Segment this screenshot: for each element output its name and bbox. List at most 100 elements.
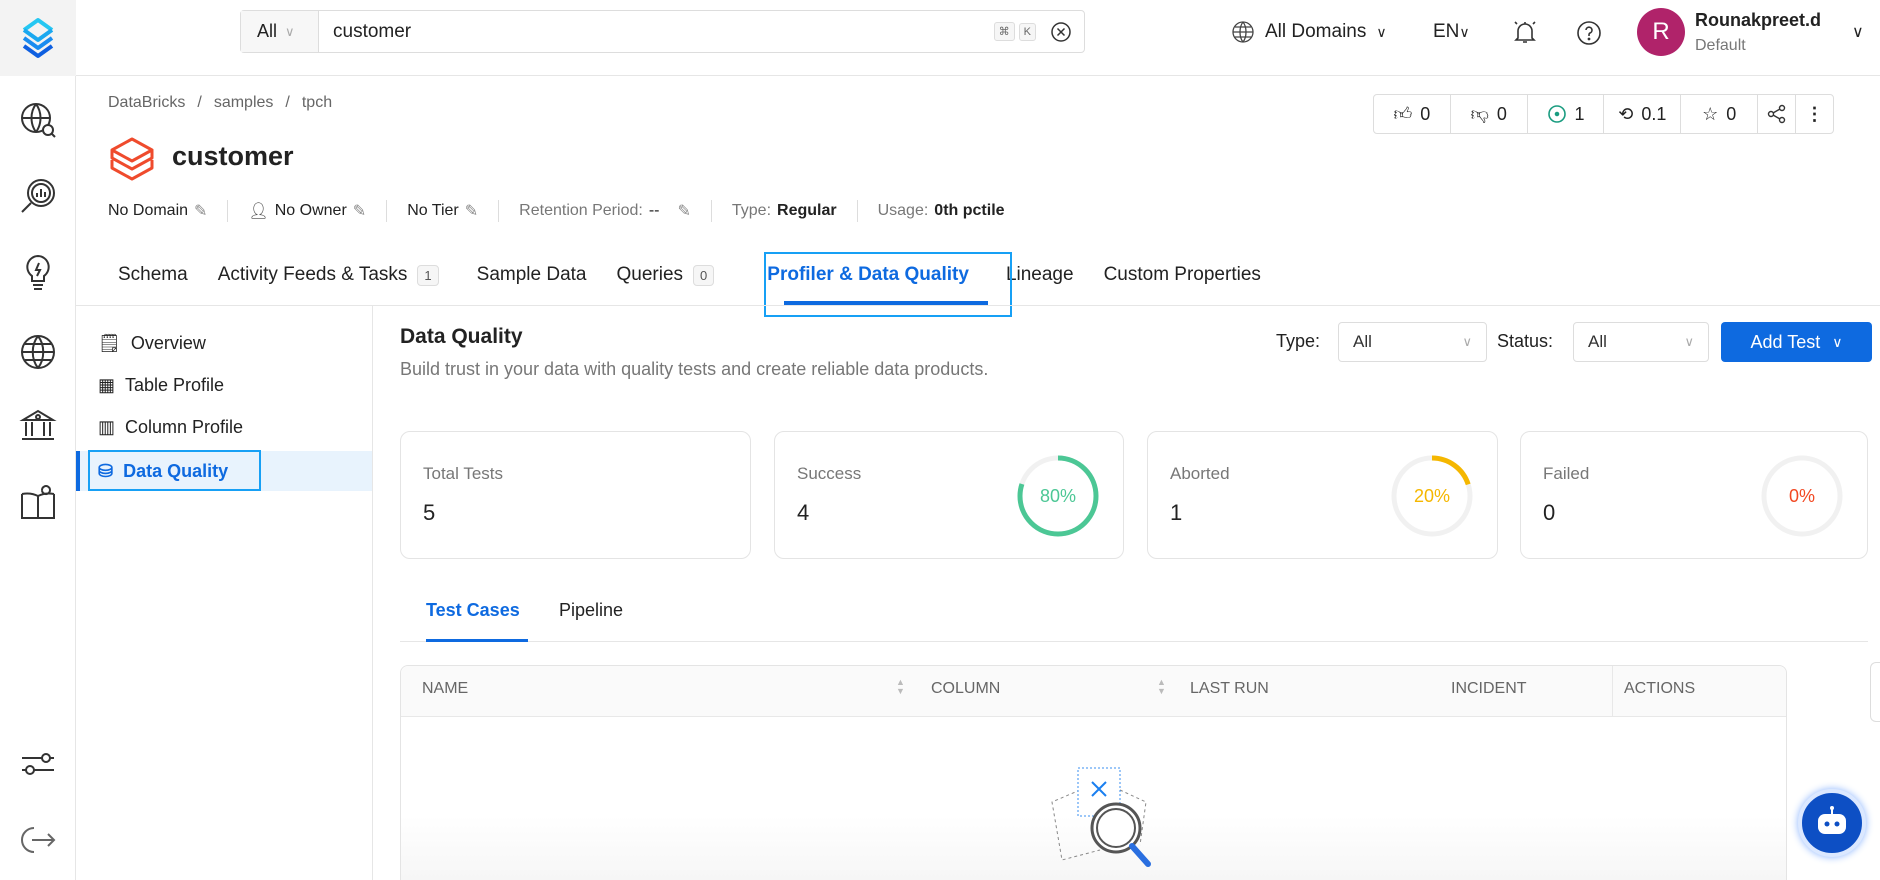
card-value: 0 [1543,500,1556,525]
success-progress-ring: 80% [1017,455,1099,537]
card-label: Aborted [1170,464,1230,483]
tab-sample-data[interactable]: Sample Data [462,258,602,292]
robot-icon [1818,806,1846,834]
settings-sliders-icon[interactable] [18,744,58,784]
edit-pencil-icon[interactable]: ✎ [677,201,690,221]
governance-bank-icon[interactable] [18,406,58,446]
share-button[interactable] [1758,95,1797,133]
subnav-divider [372,306,373,880]
user-role: Default [1695,37,1746,54]
type-filter-select[interactable]: All ∨ [1338,322,1487,362]
globe-icon [1232,21,1254,43]
domain-selector[interactable]: All Domains ∨ [1231,20,1387,44]
tab-schema[interactable]: Schema [103,258,203,292]
column-header-name[interactable]: NAME [422,680,468,698]
logout-icon[interactable] [18,820,58,860]
column-divider [1612,666,1613,716]
like-button[interactable]: 👍︎ 0 [1374,95,1451,133]
help-icon[interactable] [1576,20,1602,46]
subnav-label: Column Profile [125,416,244,437]
user-name[interactable]: Rounakpreet.d [1695,10,1821,31]
status-filter-label: Status: [1497,331,1554,351]
column-profile-icon: ▥ [98,416,116,437]
follow-button[interactable]: 1 [1528,95,1605,133]
dislike-button[interactable]: 👎︎ 0 [1451,95,1528,133]
highlight-box [764,252,1012,317]
column-header-column[interactable]: COLUMN [931,680,1000,698]
star-button[interactable]: ☆ 0 [1681,95,1759,133]
clear-search-icon[interactable] [1050,21,1072,43]
chatbot-button[interactable] [1798,789,1866,857]
tab-queries[interactable]: Queries 0 [602,258,730,292]
share-icon [1767,104,1785,124]
follower-count: 1 [1574,103,1585,124]
tier-meta: No Tier ✎ [407,200,500,222]
tab-test-cases[interactable]: Test Cases [426,600,520,621]
type-filter-label-text: Type [1276,331,1316,351]
domains-globe-icon[interactable] [18,332,58,372]
user-menu-chevron-icon[interactable]: ∨ [1852,22,1864,42]
usage-meta: Usage: 0th pctile [878,200,1025,222]
sort-icon[interactable]: ▲ ▼ [896,678,905,696]
follow-icon [1547,105,1566,123]
explore-globe-search-icon[interactable] [18,100,58,140]
success-card: Success 4 80% [774,431,1124,559]
breadcrumb-item[interactable]: DataBricks [108,94,185,112]
status-filter-select[interactable]: All ∨ [1573,322,1709,362]
breadcrumb-separator: / [285,94,290,111]
ring-percent-label: 80% [1040,486,1076,506]
notification-bell-icon[interactable] [1512,19,1538,45]
type-value: Regular [777,202,837,219]
subnav-overview[interactable]: 🗒︎ Overview [76,325,372,361]
edit-pencil-icon[interactable]: ✎ [465,201,478,221]
breadcrumb-item[interactable]: tpch [302,94,332,112]
version-value: 0.1 [1641,103,1667,124]
tabs-divider [76,305,1880,306]
failed-card: Failed 0 0% [1520,431,1868,559]
edit-pencil-icon[interactable]: ✎ [194,201,207,221]
thumbs-down-icon: 👎︎ [1470,104,1489,124]
tab-count-badge: 0 [693,264,715,286]
tab-count-badge: 1 [417,264,439,286]
subnav-label: Overview [130,332,206,353]
avatar[interactable]: R [1637,8,1685,56]
subnav-column-profile[interactable]: ▥ Column Profile [76,409,372,445]
add-test-button[interactable]: Add Test ∨ [1721,322,1872,362]
insights-search-icon[interactable] [18,176,58,216]
chevron-down-icon: ∨ [1376,23,1387,40]
sort-icon[interactable]: ▲ ▼ [1157,678,1166,696]
subnav-table-profile[interactable]: ▦ Table Profile [76,367,372,403]
status-filter-value: All [1588,332,1607,351]
language-selector[interactable]: EN∨ [1433,21,1470,43]
breadcrumb: DataBricks / samples / tpch [108,94,332,112]
tab-label: Lineage [1005,264,1074,285]
left-nav-rail [0,0,76,880]
ring-percent-label: 20% [1414,486,1450,506]
section-title: Data Quality [400,325,523,348]
table-header [401,666,1786,717]
edit-pencil-icon[interactable]: ✎ [353,201,366,221]
card-label: Failed [1543,464,1590,483]
side-panel-handle[interactable] [1870,662,1880,722]
lightbulb-icon[interactable] [18,252,58,292]
thumbs-up-icon: 👍︎ [1393,104,1413,124]
breadcrumb-item[interactable]: samples [214,94,274,112]
tab-label: Activity Feeds & Tasks [217,264,408,285]
column-header-actions: ACTIONS [1624,680,1696,697]
version-button[interactable]: ⟲ 0.1 [1604,95,1682,133]
aborted-card: Aborted 1 20% [1147,431,1498,559]
active-subtab-indicator [426,639,528,642]
domain-value: No Domain [108,202,189,219]
subtabs-divider [400,641,1868,642]
tab-pipeline[interactable]: Pipeline [559,600,623,621]
tab-activity-feeds[interactable]: Activity Feeds & Tasks 1 [203,258,454,292]
card-value: 5 [423,500,436,525]
card-label: Success [797,464,862,483]
search-scope-select[interactable]: All ∨ [241,11,319,52]
glossary-book-icon[interactable] [18,484,58,524]
dislike-count: 0 [1496,103,1507,124]
app-logo[interactable] [0,0,76,76]
tab-custom-properties[interactable]: Custom Properties [1089,258,1276,292]
search-input[interactable]: customer [319,21,994,43]
more-options-icon[interactable]: ⋮ [1796,95,1833,133]
